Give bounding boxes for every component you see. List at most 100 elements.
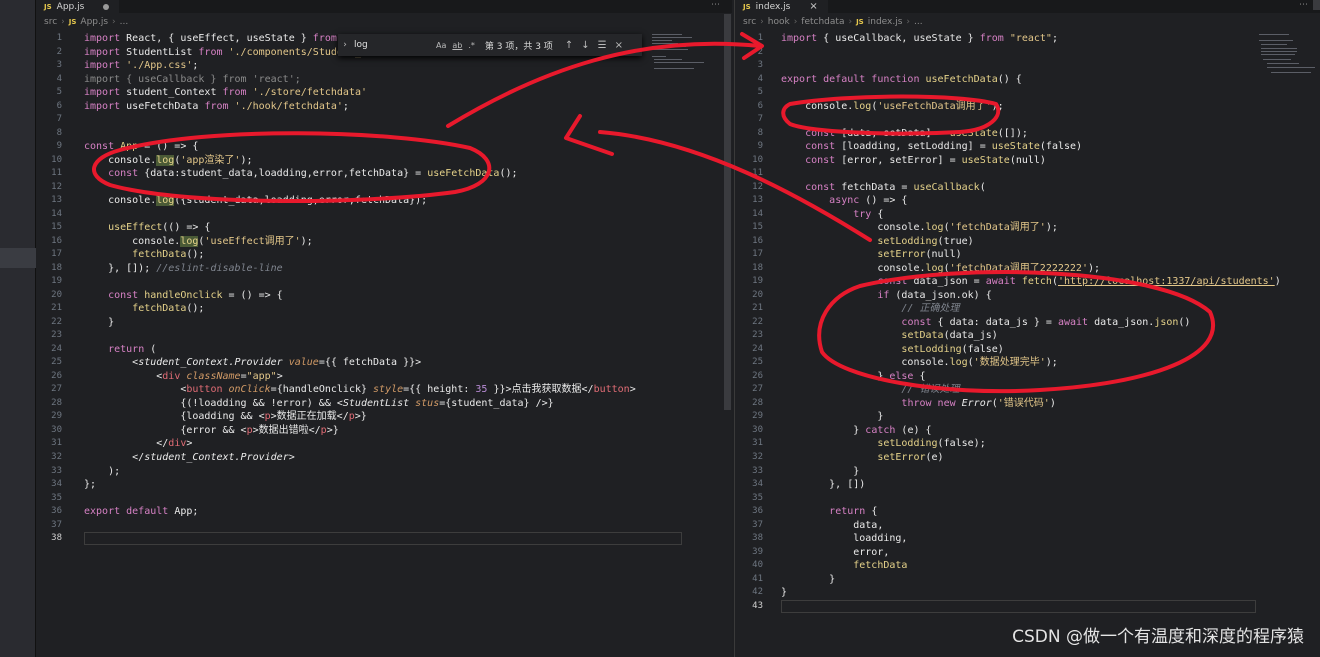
breadcrumb-fetchdata[interactable]: fetchdata xyxy=(801,17,844,27)
code-line[interactable]: 7 xyxy=(735,113,1320,127)
code-line[interactable]: 2 xyxy=(735,46,1320,60)
code-line[interactable]: 18 console.log('fetchData调用了2222222'); xyxy=(735,262,1320,276)
minimap[interactable] xyxy=(648,32,712,102)
code-line[interactable]: 8 const [data, setData] = useState([]); xyxy=(735,127,1320,141)
code-line[interactable]: 6 import useFetchData from './hook/fetchd… xyxy=(36,100,732,114)
code-line[interactable]: 38 loadding, xyxy=(735,532,1320,546)
code-line[interactable]: 17 fetchData(); xyxy=(36,248,732,262)
code-line[interactable]: 27 <button onClick={handleOnclick} style… xyxy=(36,383,732,397)
code-line[interactable]: 9 const [loadding, setLodding] = useStat… xyxy=(735,140,1320,154)
code-line[interactable]: 14 xyxy=(36,208,732,222)
vertical-scrollbar[interactable] xyxy=(724,14,731,410)
tab-index-js[interactable]: JS index.js × xyxy=(735,0,828,13)
breadcrumb-src[interactable]: src xyxy=(743,17,756,27)
code-line[interactable]: 18 }, []); //eslint-disable-line xyxy=(36,262,732,276)
code-line[interactable]: 12 xyxy=(36,181,732,195)
close-icon[interactable]: × xyxy=(809,1,817,12)
code-line[interactable]: 9 const App = () => { xyxy=(36,140,732,154)
code-line[interactable]: 37 xyxy=(36,519,732,533)
match-whole-word-icon[interactable]: ab xyxy=(452,41,462,50)
code-line[interactable]: 11 const {data:student_data,loadding,err… xyxy=(36,167,732,181)
code-line[interactable]: 19 xyxy=(36,275,732,289)
find-in-selection-icon[interactable]: ☰ xyxy=(598,40,607,51)
code-line[interactable]: 22 const { data: data_js } = await data_… xyxy=(735,316,1320,330)
code-area[interactable]: 1 import React, { useEffect, useState } f… xyxy=(36,32,732,546)
code-line[interactable]: 40 fetchData xyxy=(735,559,1320,573)
code-line[interactable]: 23 setData(data_js) xyxy=(735,329,1320,343)
code-line[interactable]: 35 xyxy=(36,492,732,506)
editor-actions[interactable]: ⋯ xyxy=(711,0,724,10)
code-line[interactable]: 21 fetchData(); xyxy=(36,302,732,316)
code-line[interactable]: 42} xyxy=(735,586,1320,600)
code-line[interactable]: 33 ); xyxy=(36,465,732,479)
code-line[interactable]: 3 import './App.css'; xyxy=(36,59,732,73)
breadcrumb-src[interactable]: src xyxy=(44,17,57,27)
code-line[interactable]: 6 console.log('useFetchData调用了'); xyxy=(735,100,1320,114)
code-line[interactable]: 39 error, xyxy=(735,546,1320,560)
find-input[interactable]: log xyxy=(352,40,436,50)
code-line[interactable]: 27 // 错误处理 xyxy=(735,383,1320,397)
code-line[interactable]: 33 } xyxy=(735,465,1320,479)
code-line[interactable]: 29 {loadding && <p>数据正在加载</p>} xyxy=(36,410,732,424)
code-line[interactable]: 10 console.log('app渲染了'); xyxy=(36,154,732,168)
code-line[interactable]: 25 console.log('数据处理完毕'); xyxy=(735,356,1320,370)
code-line[interactable]: 32 </student_Context.Provider> xyxy=(36,451,732,465)
unsaved-dot-icon[interactable] xyxy=(103,3,110,10)
editor-actions[interactable]: ⋯ xyxy=(1299,0,1312,10)
tab-app-js[interactable]: JS App.js xyxy=(36,0,120,13)
code-line[interactable]: 19 const data_json = await fetch('http:/… xyxy=(735,275,1320,289)
previous-match-arrow-icon[interactable]: ↑ xyxy=(565,40,573,51)
code-line[interactable]: 13 console.log({student_data,loadding,er… xyxy=(36,194,732,208)
code-line[interactable]: 24 setLodding(false) xyxy=(735,343,1320,357)
close-icon[interactable]: × xyxy=(615,40,623,51)
code-line[interactable]: 26 <div className="app"> xyxy=(36,370,732,384)
code-line[interactable]: 36 export default App; xyxy=(36,505,732,519)
code-line[interactable]: 3 xyxy=(735,59,1320,73)
match-case-icon[interactable]: Aa xyxy=(436,41,446,50)
code-line[interactable]: 25 <student_Context.Provider value={{ fe… xyxy=(36,356,732,370)
next-match-arrow-icon[interactable]: ↓ xyxy=(581,40,589,51)
code-line[interactable]: 38 xyxy=(36,532,732,546)
breadcrumb-hook[interactable]: hook xyxy=(768,17,790,27)
code-line[interactable]: 14 try { xyxy=(735,208,1320,222)
code-line[interactable]: 12 const fetchData = useCallback( xyxy=(735,181,1320,195)
code-line[interactable]: 15 useEffect(() => { xyxy=(36,221,732,235)
vertical-scrollbar[interactable] xyxy=(1313,0,1320,10)
code-line[interactable]: 24 return ( xyxy=(36,343,732,357)
breadcrumb-more[interactable]: ... xyxy=(914,17,923,27)
activity-bar-selected-item[interactable] xyxy=(0,248,36,268)
code-line[interactable]: 4 import { useCallback } from 'react'; xyxy=(36,73,732,87)
code-line[interactable]: 28 {(!loadding && !error) && <StudentLis… xyxy=(36,397,732,411)
code-line[interactable]: 16 console.log('useEffect调用了'); xyxy=(36,235,732,249)
code-line[interactable]: 5 xyxy=(735,86,1320,100)
code-line[interactable]: 7 xyxy=(36,113,732,127)
code-line[interactable]: 20 if (data_json.ok) { xyxy=(735,289,1320,303)
code-area[interactable]: 1 import { useCallback, useState } from "… xyxy=(735,32,1320,613)
code-line[interactable]: 8 xyxy=(36,127,732,141)
code-line[interactable]: 34 }, []) xyxy=(735,478,1320,492)
code-line[interactable]: 10 const [error, setError] = useState(nu… xyxy=(735,154,1320,168)
code-line[interactable]: 34}; xyxy=(36,478,732,492)
code-line[interactable]: 4 export default function useFetchData() … xyxy=(735,73,1320,87)
code-line[interactable]: 37 data, xyxy=(735,519,1320,533)
code-line[interactable]: 35 xyxy=(735,492,1320,506)
code-line[interactable]: 15 console.log('fetchData调用了'); xyxy=(735,221,1320,235)
code-line[interactable]: 32 setError(e) xyxy=(735,451,1320,465)
code-line[interactable]: 30 } catch (e) { xyxy=(735,424,1320,438)
use-regex-icon[interactable]: .* xyxy=(468,41,475,50)
code-line[interactable]: 16 setLodding(true) xyxy=(735,235,1320,249)
code-line[interactable]: 23 xyxy=(36,329,732,343)
code-line[interactable]: 17 setError(null) xyxy=(735,248,1320,262)
code-line[interactable]: 29 } xyxy=(735,410,1320,424)
toggle-replace-chevron-icon[interactable]: › xyxy=(338,40,352,50)
code-line[interactable]: 20 const handleOnclick = () => { xyxy=(36,289,732,303)
code-line[interactable]: 31 </div> xyxy=(36,437,732,451)
minimap[interactable] xyxy=(1255,32,1319,102)
code-line[interactable]: 5 import student_Context from './store/fe… xyxy=(36,86,732,100)
breadcrumb-file[interactable]: index.js xyxy=(868,17,903,27)
breadcrumb-more[interactable]: ... xyxy=(120,17,129,27)
code-line[interactable]: 21 // 正确处理 xyxy=(735,302,1320,316)
code-line[interactable]: 41 } xyxy=(735,573,1320,587)
code-line[interactable]: 30 {error && <p>数据出错啦</p>} xyxy=(36,424,732,438)
code-line[interactable]: 26 } else { xyxy=(735,370,1320,384)
